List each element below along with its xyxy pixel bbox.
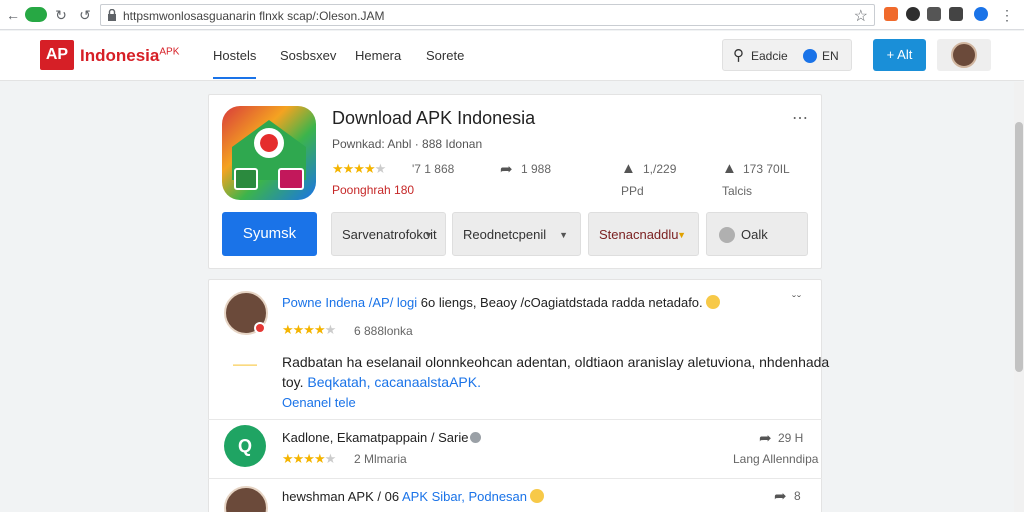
- review-header-3: hewshman APK / 06 APK Sibar, Podnesan: [282, 489, 545, 504]
- stat-value-1: 1 988: [521, 162, 552, 176]
- user-menu[interactable]: [937, 39, 991, 71]
- stat-label-3: Talcis: [722, 184, 753, 198]
- nav-item-hostels[interactable]: Hostels: [213, 48, 257, 79]
- back-icon[interactable]: ←: [4, 6, 22, 24]
- app-title: Download APK Indonesia: [332, 108, 536, 128]
- logo-badge[interactable]: AP: [40, 40, 74, 70]
- thumb-icon: ▲: [621, 160, 636, 177]
- reload-icon[interactable]: ↺: [76, 6, 94, 24]
- add-button[interactable]: + Alt: [873, 39, 926, 71]
- nav-item-4[interactable]: Sorete: [426, 48, 464, 63]
- rating-label: Poonghrah 180: [332, 183, 415, 197]
- share-icon[interactable]: ➦: [774, 487, 787, 505]
- highlight-icon: ——: [233, 357, 259, 371]
- search-label: Eadcie: [751, 49, 788, 63]
- language-label: EN: [822, 49, 839, 63]
- nav-item-2[interactable]: Sosbsxev: [280, 48, 336, 63]
- search-box[interactable]: ⚲ Eadcie EN: [722, 39, 852, 71]
- like-icon: ▲: [722, 160, 737, 177]
- download-button[interactable]: Syumsk: [222, 212, 317, 256]
- review-meta: 6 888lonka: [354, 324, 413, 338]
- share-icon[interactable]: ➦: [759, 429, 772, 447]
- window-icon[interactable]: [949, 7, 963, 21]
- review-right-label: Lang Allenndipa: [733, 452, 819, 466]
- emoji-icon: [705, 295, 720, 309]
- verified-icon: [470, 432, 482, 443]
- notification-dot: [254, 322, 266, 334]
- bookmark-star-icon[interactable]: ☆: [854, 6, 868, 26]
- share-icon: ➦: [500, 161, 513, 178]
- language-icon: [803, 49, 817, 63]
- details-dropdown[interactable]: Reodnetcpenil ▼: [452, 212, 581, 256]
- refresh-icon[interactable]: ↻: [52, 6, 70, 24]
- search-icon: ⚲: [733, 47, 744, 64]
- review-count-3: 8: [794, 489, 801, 503]
- read-more-link[interactable]: Oenanel tele: [282, 395, 356, 410]
- rating-stars: ★★★★★: [332, 161, 386, 176]
- chevron-down-icon[interactable]: ˇˇ: [792, 293, 802, 307]
- app-icon: [222, 106, 316, 200]
- lock-icon: [108, 9, 116, 21]
- extension-badge-icon[interactable]: [25, 7, 47, 22]
- menu-icon[interactable]: ⋮: [998, 6, 1016, 24]
- logo-text[interactable]: IndonesiaAPK: [80, 46, 179, 66]
- nav-item-3[interactable]: Hemera: [355, 48, 401, 63]
- divider: [208, 419, 822, 420]
- rating-count: '7 1 868: [412, 162, 455, 176]
- reviewer-avatar-q[interactable]: Q: [224, 425, 266, 467]
- share-button[interactable]: Oalk: [706, 212, 808, 256]
- review-header: Powne Indena /AP/ logi 6o liengs, Beaoy …: [282, 295, 720, 310]
- stat-label-2: PPd: [621, 184, 644, 198]
- page-scrollbar[interactable]: [1014, 82, 1024, 512]
- share-circle-icon: [719, 227, 735, 243]
- app-subtitle: Pownkad: Anbl · 888 Idonan: [332, 137, 483, 151]
- review-header-2: Kadlone, Ekamatpappain / Sarie: [282, 430, 482, 445]
- more-options-icon[interactable]: ⋯: [792, 108, 809, 128]
- review-count-2: 29 H: [778, 431, 804, 445]
- browser-toolbar: ← ↻ ↺ httpsmwonlosasguanarin flnxk scap/…: [0, 0, 1024, 30]
- scrollbar-thumb[interactable]: [1015, 122, 1023, 372]
- profile-icon[interactable]: [974, 7, 988, 21]
- review-meta-2: 2 Mlmaria: [354, 452, 407, 466]
- puzzle-icon[interactable]: [927, 7, 941, 21]
- stat-value-3: 173 70IL: [743, 162, 790, 176]
- review-text: Radbatan ha eselanail olonnkeohcan adent…: [282, 354, 830, 370]
- extension-icon[interactable]: [906, 7, 920, 21]
- extension-icon[interactable]: [884, 7, 898, 21]
- address-bar[interactable]: httpsmwonlosasguanarin flnxk scap/:Oleso…: [100, 4, 875, 26]
- stat-value-2: 1,/229: [643, 162, 677, 176]
- emoji-icon: [530, 489, 545, 503]
- divider: [208, 478, 822, 479]
- chevron-down-icon: ▼: [559, 230, 568, 240]
- options-dropdown[interactable]: Stenacnaddlu ▼: [588, 212, 699, 256]
- url-text: httpsmwonlosasguanarin flnxk scap/:Oleso…: [123, 9, 385, 23]
- version-dropdown[interactable]: Sarvenatrofokoit ▼: [331, 212, 446, 256]
- site-header: AP IndonesiaAPK Hostels Sosbsxev Hemera …: [0, 31, 1024, 81]
- review-stars-2: ★★★★★: [282, 451, 336, 466]
- review-text-2: toy. Beqkatah, cacanaalstaAPK.: [282, 374, 481, 390]
- chevron-down-icon: ▼: [424, 230, 433, 240]
- review-stars: ★★★★★: [282, 322, 336, 337]
- chevron-down-icon: ▼: [677, 230, 686, 240]
- avatar: [951, 42, 977, 68]
